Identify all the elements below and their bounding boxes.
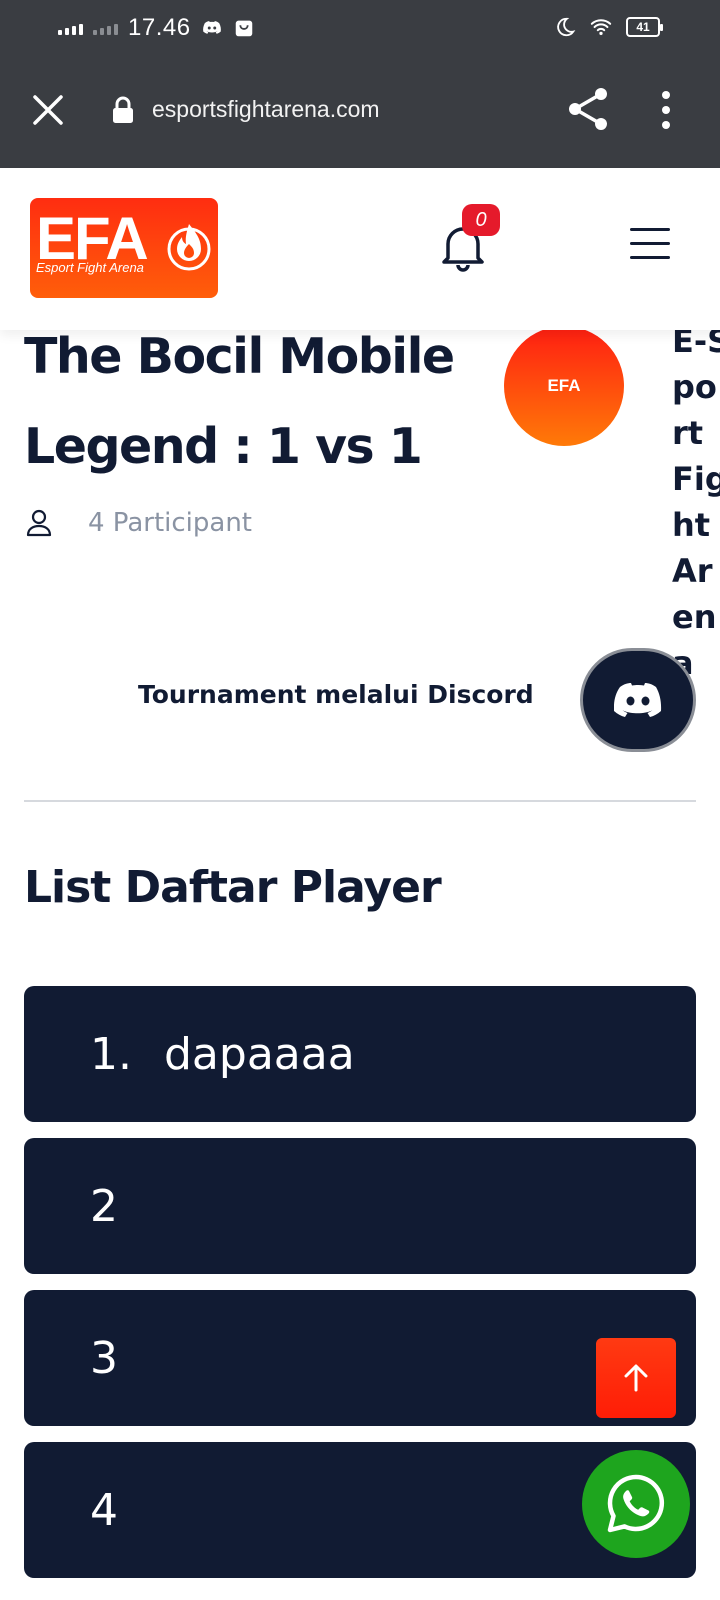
discord-icon: [614, 683, 662, 717]
site-header: EFA Esport Fight Arena 0: [0, 168, 720, 330]
status-bar: 17.46 41: [0, 0, 720, 58]
more-vertical-icon[interactable]: [656, 90, 676, 130]
whatsapp-button[interactable]: [582, 1450, 690, 1558]
player-number: 4: [90, 1484, 118, 1536]
signal-icon: [93, 21, 118, 35]
close-icon[interactable]: [30, 92, 66, 128]
clock: 17.46: [128, 14, 191, 41]
battery-icon: 41: [626, 17, 663, 37]
battery-level: 41: [636, 20, 650, 34]
browser-toolbar: esportsfightarena.com: [0, 58, 720, 168]
arrow-up-icon: [624, 1364, 648, 1392]
participant-count: 4 Participant: [26, 508, 252, 538]
list-item: 1. dapaaaa: [24, 986, 696, 1122]
signal-icon: [58, 21, 83, 35]
organizer-logo-text: EFA: [547, 376, 581, 395]
tournament-title: The Bocil Mobile Legend : 1 vs 1: [24, 328, 455, 475]
discord-label: Tournament melalui Discord: [138, 680, 534, 709]
list-item: 2: [24, 1138, 696, 1274]
moon-icon: [557, 17, 576, 37]
share-icon[interactable]: [566, 86, 610, 132]
discord-button[interactable]: [580, 648, 696, 752]
hamburger-menu-icon[interactable]: [630, 226, 672, 262]
scroll-to-top-button[interactable]: [596, 1338, 676, 1418]
logo-subtext: Esport Fight Arena: [36, 260, 144, 275]
player-number: 3: [90, 1332, 118, 1384]
person-icon: [26, 509, 52, 537]
lock-icon: [113, 96, 133, 123]
url-text[interactable]: esportsfightarena.com: [152, 96, 380, 123]
notification-badge: 0: [462, 204, 500, 236]
player-list-title: List Daftar Player: [24, 862, 442, 913]
discord-notification-icon: [202, 21, 221, 34]
player-name: dapaaaa: [164, 1028, 355, 1080]
participant-count-text: 4 Participant: [88, 508, 252, 538]
player-number: 2: [90, 1180, 118, 1232]
section-divider: [24, 800, 696, 802]
bag-notification-icon: [235, 20, 252, 37]
organizer-logo[interactable]: EFA: [504, 326, 624, 446]
wifi-icon: [590, 19, 612, 36]
whatsapp-icon: [607, 1474, 665, 1533]
organizer-name[interactable]: E-Sport Fight Arena: [672, 318, 720, 686]
player-number: 1.: [90, 1028, 132, 1080]
efa-logo[interactable]: EFA Esport Fight Arena: [30, 198, 218, 298]
flame-icon: [167, 224, 211, 271]
